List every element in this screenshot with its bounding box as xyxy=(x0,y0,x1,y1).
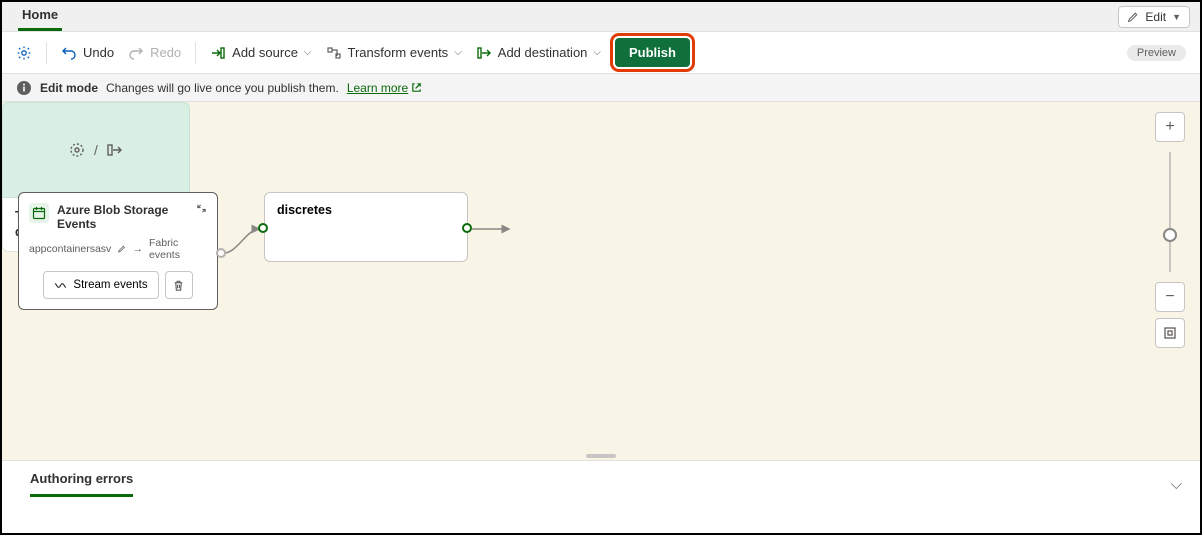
trash-icon xyxy=(172,279,185,292)
zoom-thumb[interactable] xyxy=(1163,228,1177,242)
settings-button[interactable] xyxy=(16,45,32,61)
node-transform-drop[interactable]: / xyxy=(2,102,190,198)
separator xyxy=(46,42,47,64)
tab-home[interactable]: Home xyxy=(18,3,62,31)
chevron-down-icon: ⌵ xyxy=(304,47,312,58)
stream-events-button[interactable]: Stream events xyxy=(43,271,158,299)
edit-button[interactable]: Edit ▼ xyxy=(1118,6,1190,28)
learn-more-label: Learn more xyxy=(347,81,408,95)
external-link-icon xyxy=(411,82,422,93)
redo-label: Redo xyxy=(150,45,181,60)
zoom-in-button[interactable]: + xyxy=(1155,112,1185,142)
port-discretes-out[interactable] xyxy=(462,223,472,233)
info-bar: Edit mode Changes will go live once you … xyxy=(2,74,1200,102)
chevron-down-icon: ⌵ xyxy=(454,47,462,58)
collapse-icon[interactable] xyxy=(196,203,207,217)
toolbar: Undo Redo Add source ⌵ Transform events … xyxy=(2,32,1200,74)
stream-icon xyxy=(54,279,67,292)
arrow-right-icon: → xyxy=(133,243,144,255)
redo-icon xyxy=(128,45,144,61)
output-icon xyxy=(106,141,124,159)
add-destination-label: Add destination xyxy=(498,45,588,60)
info-icon xyxy=(16,80,32,96)
info-title: Edit mode xyxy=(40,81,98,95)
zoom-out-button[interactable]: − xyxy=(1155,282,1185,312)
processing-icon xyxy=(68,141,86,159)
transform-button[interactable]: Transform events ⌵ xyxy=(326,45,462,61)
port-source-out[interactable] xyxy=(216,248,226,258)
header-bar: Home Edit ▼ xyxy=(2,2,1200,32)
add-destination-button[interactable]: Add destination ⌵ xyxy=(476,45,601,61)
chevron-down-icon: ⌵ xyxy=(593,47,601,58)
stream-label: Stream events xyxy=(73,279,147,291)
preview-badge: Preview xyxy=(1127,45,1186,61)
gear-icon xyxy=(16,45,32,61)
zoom-controls: + − xyxy=(1154,112,1186,348)
fit-icon xyxy=(1163,326,1177,340)
bottom-panel: Authoring errors ⌵ xyxy=(2,460,1200,533)
chevron-down-icon[interactable]: ⌵ xyxy=(1171,476,1182,493)
canvas[interactable]: Azure Blob Storage Events appcontainersa… xyxy=(2,102,1200,460)
node-source[interactable]: Azure Blob Storage Events appcontainersa… xyxy=(18,192,218,310)
publish-button[interactable]: Publish xyxy=(615,38,690,67)
learn-more-link[interactable]: Learn more xyxy=(347,81,422,95)
port-discretes-in[interactable] xyxy=(258,223,268,233)
source-conn: appcontainersasv xyxy=(29,243,111,255)
edit-label: Edit xyxy=(1145,10,1166,24)
pencil-icon xyxy=(1127,11,1139,23)
calendar-icon xyxy=(29,203,49,223)
caret-down-icon: ▼ xyxy=(1172,12,1181,22)
tab-authoring-errors[interactable]: Authoring errors xyxy=(30,471,133,497)
source-dest: Fabric events xyxy=(149,237,207,261)
info-message: Changes will go live once you publish th… xyxy=(106,81,339,95)
fit-screen-button[interactable] xyxy=(1155,318,1185,348)
add-source-icon xyxy=(210,45,226,61)
separator xyxy=(195,42,196,64)
redo-button: Redo xyxy=(128,45,181,61)
add-source-label: Add source xyxy=(232,45,298,60)
slash: / xyxy=(94,142,98,158)
source-title: Azure Blob Storage Events xyxy=(57,203,188,231)
transform-icon xyxy=(326,45,342,61)
panel-resize-handle[interactable] xyxy=(586,454,616,458)
add-destination-icon xyxy=(476,45,492,61)
undo-button[interactable]: Undo xyxy=(61,45,114,61)
undo-label: Undo xyxy=(83,45,114,60)
undo-icon xyxy=(61,45,77,61)
delete-button[interactable] xyxy=(165,271,193,299)
add-source-button[interactable]: Add source ⌵ xyxy=(210,45,311,61)
pencil-icon[interactable] xyxy=(117,244,126,254)
zoom-slider[interactable] xyxy=(1169,152,1171,272)
transform-label: Transform events xyxy=(348,45,449,60)
node-discretes[interactable]: discretes xyxy=(264,192,468,262)
discretes-title: discretes xyxy=(277,203,332,217)
